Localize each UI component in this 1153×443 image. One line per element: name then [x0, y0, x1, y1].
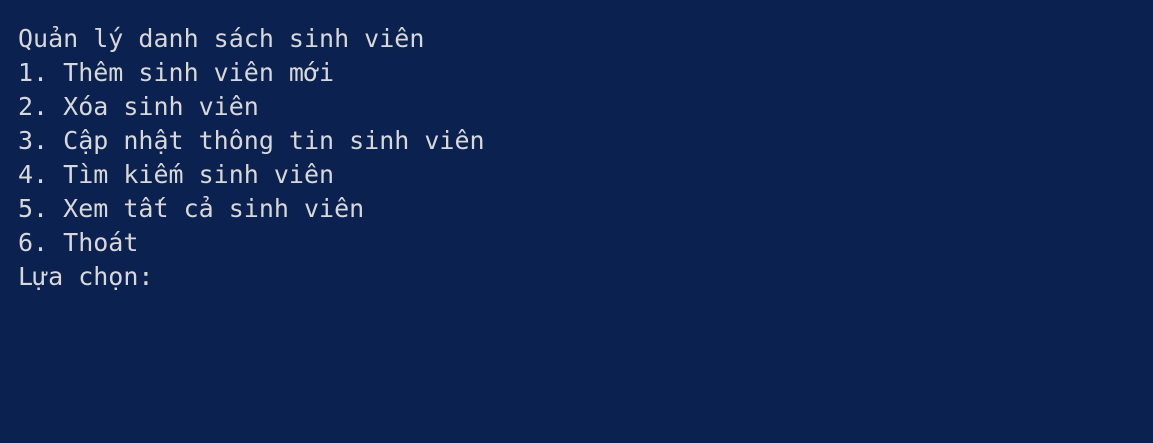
menu-item-search-student: 4. Tìm kiếm sinh viên — [18, 160, 335, 189]
menu-item-add-student: 1. Thêm sinh viên mới — [18, 58, 335, 87]
menu-item-view-all-students: 5. Xem tất cả sinh viên — [18, 194, 365, 223]
menu-item-delete-student: 2. Xóa sinh viên — [18, 92, 259, 121]
menu-item-update-student: 3. Cập nhật thông tin sinh viên — [18, 126, 485, 155]
menu-title: Quản lý danh sách sinh viên — [18, 24, 425, 53]
terminal-window[interactable]: Quản lý danh sách sinh viên 1. Thêm sinh… — [0, 0, 1153, 443]
choice-prompt-row: Lựa chọn: — [18, 260, 1153, 294]
choice-prompt-label: Lựa chọn: — [18, 262, 169, 291]
choice-input[interactable] — [168, 260, 769, 294]
menu-item-exit: 6. Thoát — [18, 228, 139, 257]
